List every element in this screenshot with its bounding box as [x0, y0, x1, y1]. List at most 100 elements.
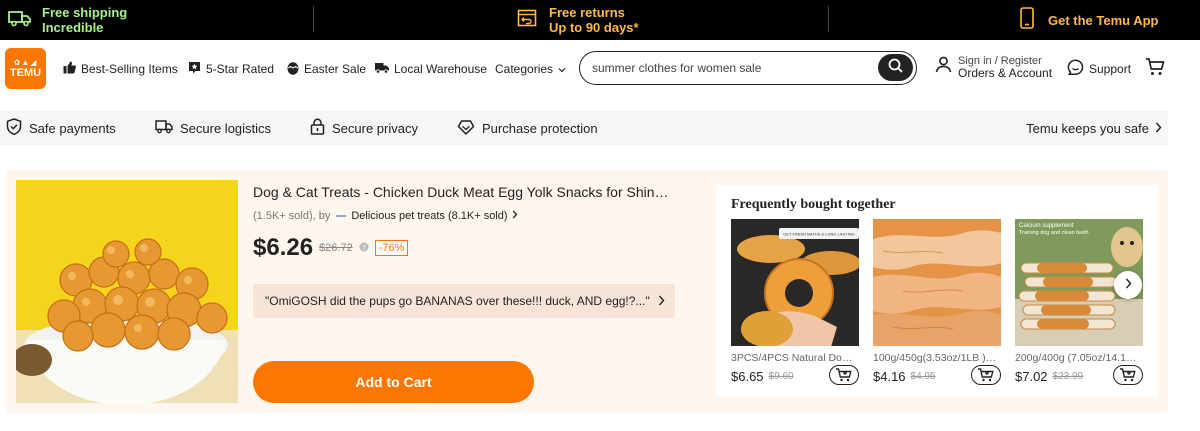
add-to-cart-icon[interactable] — [829, 365, 859, 385]
add-to-cart-button[interactable]: Add to Cart — [253, 361, 534, 403]
chevron-down-icon — [558, 62, 566, 76]
fbt-item-tag-long: Training dog and clean teeth — [1019, 230, 1089, 236]
fbt-item: 100g/450g(3.53oz/1LB ) Chicken Jerky $4.… — [873, 219, 1001, 386]
nav-five-star[interactable]: 5-Star Rated — [188, 60, 274, 78]
product-card: Dog & Cat Treats - Chicken Duck Meat Egg… — [6, 170, 1168, 413]
account-line2: Orders & Account — [958, 66, 1053, 80]
fbt-item-original-price: $4.95 — [910, 370, 936, 382]
search-icon — [888, 58, 903, 78]
phone-icon — [1020, 6, 1034, 34]
returns-line1: Free returns — [549, 5, 625, 20]
trust-secure-privacy: Secure privacy — [310, 110, 418, 146]
discount-badge: -76% — [374, 240, 409, 256]
lock-icon — [310, 118, 325, 138]
truck-icon — [8, 8, 32, 33]
temu-keeps-safe-link[interactable]: Temu keeps you safe — [1026, 110, 1162, 146]
fbt-item-price: $4.16 — [873, 368, 906, 384]
truck-outline-icon — [155, 119, 173, 137]
nav-categories-label: Categories — [495, 62, 554, 76]
carousel-next-button[interactable] — [1114, 271, 1142, 299]
shield-check-icon — [6, 118, 22, 138]
nav-best-selling[interactable]: Best-Selling Items — [63, 60, 178, 78]
secure-privacy-label: Secure privacy — [332, 120, 418, 136]
chevron-right-icon — [512, 210, 518, 222]
nav-easter-sale[interactable]: Easter Sale — [287, 60, 366, 78]
free-returns-promo[interactable]: Free returns Up to 90 days* — [517, 0, 639, 40]
shipping-line2: Incredible — [42, 20, 104, 35]
get-app-link[interactable]: Get the Temu App — [1020, 0, 1159, 40]
info-icon[interactable]: ? — [359, 239, 369, 257]
star-badge-icon — [188, 61, 201, 77]
heart-diamond-icon — [457, 119, 475, 138]
fbt-item: GET FRESH BATHS & LONG LASTING 3PCS/4PCS… — [731, 219, 859, 386]
temu-logo[interactable]: ✿▲◢ TEMU — [5, 48, 46, 89]
search-input[interactable] — [592, 59, 872, 77]
user-icon — [935, 56, 952, 78]
add-to-cart-icon[interactable] — [971, 365, 1001, 385]
delivery-truck-icon — [375, 62, 389, 77]
fbt-item-image[interactable]: GET FRESH BATHS & LONG LASTING — [731, 219, 859, 346]
divider — [313, 6, 314, 32]
trust-secure-logistics: Secure logistics — [155, 110, 271, 146]
fbt-item-image[interactable] — [873, 219, 1001, 346]
fbt-item-price-row: $4.16 $4.95 — [873, 365, 1001, 386]
secure-logistics-label: Secure logistics — [180, 120, 272, 136]
nav-categories[interactable]: Categories — [495, 60, 566, 78]
fbt-title: Frequently bought together — [731, 197, 896, 212]
trust-purchase-protection: Purchase protection — [457, 110, 598, 146]
nav-local-warehouse-label: Local Warehouse — [394, 62, 487, 76]
shipping-line1: Free shipping — [42, 5, 128, 20]
easter-egg-icon — [287, 61, 299, 78]
fbt-item-price-row: $7.02 $23.99 — [1015, 365, 1143, 386]
fbt-item-tag: Calcium supplement — [1019, 223, 1074, 229]
sale-price: $6.26 — [253, 234, 314, 261]
support-link[interactable]: Support — [1067, 59, 1131, 79]
frequently-bought-together: Frequently bought together GET FRESH BAT… — [716, 185, 1158, 397]
product-title[interactable]: Dog & Cat Treats - Chicken Duck Meat Egg… — [253, 184, 673, 200]
trust-bar: Safe payments Secure logistics Secure pr… — [0, 110, 1168, 146]
product-image[interactable] — [16, 180, 238, 403]
fbt-item-name[interactable]: 200g/400g (7.05oz/14.1oz) Chicken Wrappe… — [1015, 352, 1139, 364]
search-bar — [579, 51, 917, 85]
chat-bubble-icon — [1067, 59, 1084, 79]
safe-payments-label: Safe payments — [29, 120, 116, 136]
thumbs-up-icon — [63, 61, 76, 77]
divider — [828, 6, 829, 32]
chevron-right-icon — [658, 295, 665, 309]
review-snippet[interactable]: "OmiGOSH did the pups go BANANAS over th… — [253, 284, 675, 318]
keeps-safe-label: Temu keeps you safe — [1026, 120, 1149, 136]
cart-button[interactable] — [1145, 57, 1165, 82]
nav-easter-label: Easter Sale — [304, 62, 367, 76]
original-price: $26.72 — [319, 242, 353, 254]
store-link[interactable]: Delicious pet treats (8.1K+ sold) — [335, 210, 517, 222]
fbt-item-name[interactable]: 100g/450g(3.53oz/1LB ) Chicken Jerky — [873, 352, 997, 364]
returns-line2: Up to 90 days* — [549, 20, 639, 35]
nav-five-star-label: 5-Star Rated — [206, 62, 275, 76]
purchase-protection-label: Purchase protection — [482, 120, 598, 136]
sold-count: (1.5K+ sold), by — [253, 210, 331, 222]
svg-text:?: ? — [362, 245, 366, 252]
trust-safe-payments: Safe payments — [6, 110, 116, 146]
fbt-item-original-price: $9.60 — [768, 370, 794, 382]
nav-local-warehouse[interactable]: Local Warehouse — [375, 60, 487, 78]
nav-best-selling-label: Best-Selling Items — [81, 62, 178, 76]
store-logo-icon — [335, 210, 347, 222]
store-name: Delicious pet treats (8.1K+ sold) — [351, 210, 508, 222]
chevron-right-icon — [1125, 276, 1132, 294]
review-text: "OmiGOSH did the pups go BANANAS over th… — [265, 294, 650, 308]
product-meta: (1.5K+ sold), by Delicious pet treats (8… — [253, 210, 518, 222]
support-label: Support — [1089, 62, 1132, 76]
fbt-item-price: $7.02 — [1015, 368, 1048, 384]
search-button[interactable] — [878, 54, 913, 81]
cart-icon — [1145, 58, 1165, 81]
account-menu[interactable]: Sign in / Register Orders & Account — [935, 55, 1052, 79]
fbt-item-price-row: $6.65 $9.60 — [731, 365, 859, 386]
site-header: ✿▲◢ TEMU Best-Selling Items 5-Star Rated… — [0, 40, 1200, 98]
return-box-icon — [517, 9, 537, 32]
fbt-item-name[interactable]: 3PCS/4PCS Natural Dog Chew Treats — [731, 352, 855, 364]
price-row: $6.26 $26.72 ? -76% — [253, 234, 409, 262]
add-to-cart-icon[interactable] — [1113, 365, 1143, 385]
logo-text: TEMU — [9, 67, 42, 79]
fbt-item-original-price: $23.99 — [1052, 370, 1084, 382]
free-shipping-promo[interactable]: Free shipping Incredible — [8, 0, 127, 40]
